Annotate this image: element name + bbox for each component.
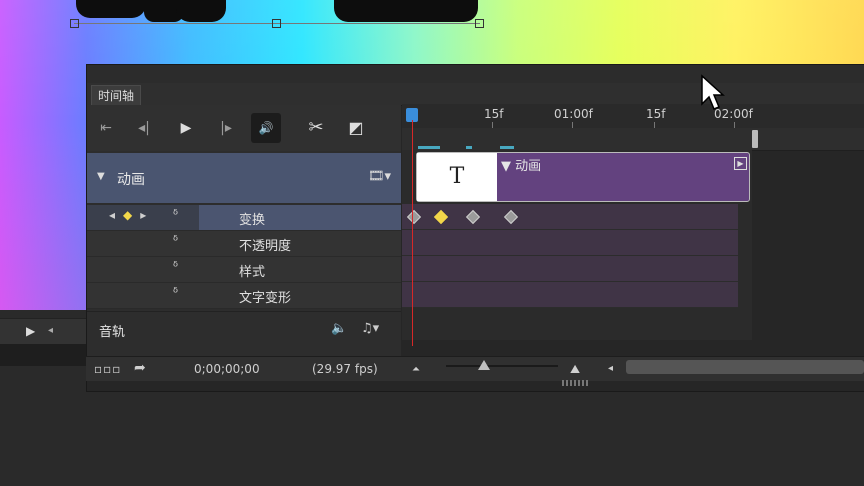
- stopwatch-icon[interactable]: ᵟ: [173, 260, 178, 275]
- tick-label: 01:00f: [554, 107, 593, 121]
- lane-transform[interactable]: [402, 204, 738, 230]
- monitor-strip-bottom: [0, 344, 88, 366]
- play-mini-button[interactable]: ▶: [26, 324, 35, 338]
- clip-name: ▼ 动画: [501, 159, 542, 174]
- tab-timeline[interactable]: 时间轴: [91, 85, 142, 106]
- canvas-shape-left: [76, 0, 146, 18]
- prev-frame-icon[interactable]: ◂|: [129, 113, 159, 143]
- work-area-end-handle[interactable]: [752, 130, 758, 148]
- share-arrow-icon[interactable]: ➦: [134, 360, 146, 376]
- render-marker: [466, 146, 472, 149]
- stopwatch-icon[interactable]: ᵟ: [173, 208, 178, 223]
- playhead-line: [412, 120, 413, 346]
- monitor-controls-strip: ▶ ◂: [0, 318, 88, 345]
- property-label: 样式: [239, 265, 266, 280]
- speaker-icon[interactable]: 🔊: [251, 113, 281, 143]
- selection-handle-right[interactable]: [475, 19, 484, 28]
- property-row-transform[interactable]: ◂◆▸ ᵟ 变换: [87, 205, 401, 231]
- canvas-shape-mid2: [176, 0, 226, 22]
- stopwatch-icon[interactable]: ᵟ: [173, 234, 178, 249]
- mouse-cursor-icon: [701, 74, 725, 110]
- scroll-left-mini[interactable]: ◂: [48, 325, 53, 336]
- lane-text-warp[interactable]: [402, 282, 738, 308]
- track-header-audio[interactable]: 音轨 🔈 ♫▾: [87, 311, 401, 346]
- fps-readout: (29.97 fps): [312, 362, 378, 376]
- property-label: 不透明度: [239, 239, 292, 254]
- tick-label: 15f: [646, 107, 666, 121]
- go-to-start-icon[interactable]: ⇤: [91, 113, 121, 143]
- lane-opacity[interactable]: [402, 230, 738, 256]
- property-row-style[interactable]: ᵟ 样式: [87, 257, 401, 283]
- film-strip-icon[interactable]: 🎞▾: [368, 169, 391, 184]
- zoom-slider-thumb[interactable]: [478, 360, 490, 370]
- split-clip-icon[interactable]: ◩: [341, 113, 371, 143]
- clip-animation[interactable]: T ▼ 动画 ▶: [416, 152, 750, 202]
- time-ruler[interactable]: 15f 01:00f 15f 02:00f: [402, 104, 864, 128]
- track-name: 动画: [117, 172, 145, 188]
- scroll-left-icon[interactable]: ◂: [608, 363, 613, 374]
- add-keyframe-icon: ◆: [123, 208, 141, 222]
- clip-thumbnail: T: [417, 153, 497, 201]
- zoom-in-icon[interactable]: ⛰: [570, 362, 580, 377]
- keyframe-nav[interactable]: ◂◆▸: [109, 208, 154, 222]
- clip-end-icon[interactable]: ▶: [734, 157, 747, 170]
- zoom-slider-track[interactable]: [446, 365, 558, 367]
- property-label: 变换: [239, 213, 266, 228]
- render-marker: [500, 146, 514, 149]
- selection-handle-mid[interactable]: [272, 19, 281, 28]
- canvas-shape-right: [334, 0, 478, 22]
- resize-grip[interactable]: [562, 380, 588, 386]
- track-options-icon[interactable]: ▫▫▫: [94, 362, 121, 376]
- transport-controls: ⇤ ◂| ▶ |▸ 🔊 ✂ ◩: [87, 105, 401, 151]
- tick-label: 15f: [484, 107, 504, 121]
- stopwatch-icon[interactable]: ᵟ: [173, 286, 178, 301]
- panel-tab-row: 时间轴: [87, 83, 864, 106]
- timecode: 0;00;00;00: [194, 362, 260, 376]
- lane-style[interactable]: [402, 256, 738, 282]
- horizontal-scrollbar[interactable]: [626, 360, 864, 374]
- play-icon[interactable]: ▶: [171, 113, 201, 143]
- speaker-icon[interactable]: 🔈: [331, 321, 347, 336]
- property-row-opacity[interactable]: ᵟ 不透明度: [87, 231, 401, 257]
- collapse-arrow-icon[interactable]: ▼: [97, 171, 105, 182]
- audio-track-name: 音轨: [99, 325, 126, 340]
- render-marker: [418, 146, 440, 149]
- property-row-text-warp[interactable]: ᵟ 文字变形: [87, 283, 401, 309]
- scissors-icon[interactable]: ✂: [301, 113, 331, 143]
- property-label: 文字变形: [239, 291, 292, 306]
- track-header-animation[interactable]: ▼ 动画 🎞▾: [87, 153, 401, 203]
- selection-handle-left[interactable]: [70, 19, 79, 28]
- zoom-out-icon[interactable]: ⏶: [412, 364, 420, 375]
- timeline-left-pane: ⇤ ◂| ▶ |▸ 🔊 ✂ ◩ ▼ 动画 🎞▾ ◂◆▸ ᵟ 变换 ᵟ 不透明度 …: [87, 105, 401, 357]
- panel-titlebar: [87, 65, 864, 83]
- music-note-icon[interactable]: ♫▾: [361, 321, 379, 336]
- property-highlight: [199, 205, 401, 230]
- next-frame-icon[interactable]: |▸: [211, 113, 241, 143]
